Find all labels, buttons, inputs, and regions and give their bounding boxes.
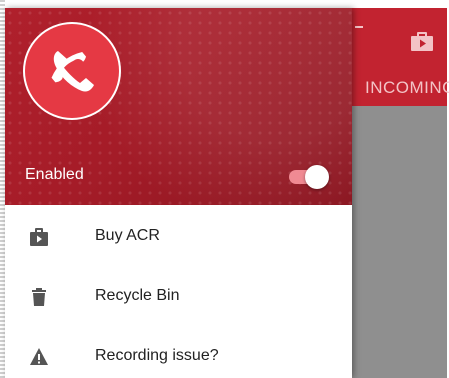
enabled-toggle[interactable] xyxy=(285,165,329,189)
toolbar-divider xyxy=(355,26,363,28)
menu-item-label: Recycle Bin xyxy=(95,287,180,304)
navigation-drawer: Enabled Buy ACR Recycle Bin Recording is… xyxy=(5,8,352,378)
menu-item-recording-issue[interactable]: Recording issue? xyxy=(5,325,352,378)
drawer-header: Enabled xyxy=(5,8,352,205)
menu-item-recycle-bin[interactable]: Recycle Bin xyxy=(5,265,352,325)
phone-record-icon xyxy=(51,51,94,92)
toggle-thumb xyxy=(305,165,329,189)
tab-incoming[interactable]: INCOMING xyxy=(365,78,449,98)
menu-item-buy-acr[interactable]: Buy ACR xyxy=(5,205,352,265)
drawer-menu: Buy ACR Recycle Bin Recording issue? xyxy=(5,205,352,378)
shop-icon xyxy=(30,228,48,246)
trash-icon xyxy=(32,288,46,306)
menu-item-label: Buy ACR xyxy=(95,227,160,244)
enabled-label: Enabled xyxy=(25,166,84,183)
app-logo xyxy=(25,24,119,118)
warning-icon xyxy=(30,348,48,365)
menu-item-label: Recording issue? xyxy=(95,347,219,364)
shop-icon[interactable] xyxy=(409,30,435,52)
